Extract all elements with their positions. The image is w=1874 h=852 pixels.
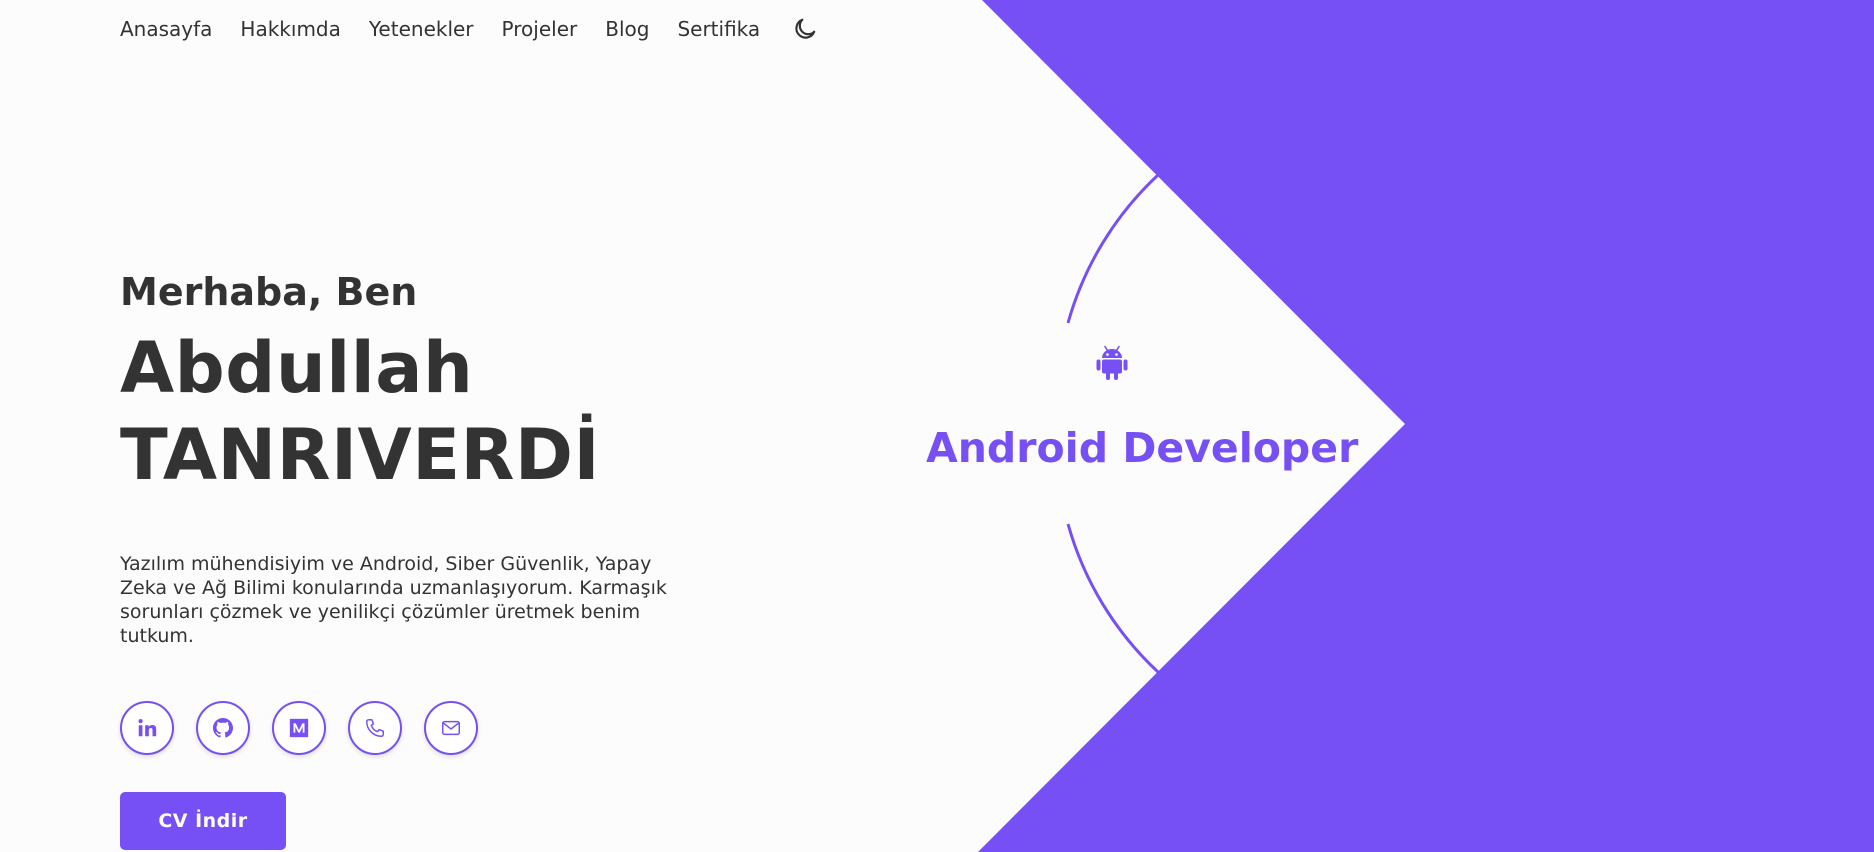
nav-link-anasayfa[interactable]: Anasayfa xyxy=(120,12,212,46)
mail-icon xyxy=(442,720,460,736)
name-first: Abdullah xyxy=(120,327,474,409)
nav-link-blog[interactable]: Blog xyxy=(605,12,649,46)
hero-description: Yazılım mühendisiyim ve Android, Siber G… xyxy=(120,553,667,647)
greeting-text: Merhaba, Ben xyxy=(120,270,418,314)
role-icon-wrapper xyxy=(1096,345,1128,385)
hero-name: Abdullah TANRIVERDİ xyxy=(120,325,600,499)
nav-link-sertifika[interactable]: Sertifika xyxy=(677,12,760,46)
mail-link[interactable] xyxy=(424,701,478,755)
phone-icon xyxy=(366,719,384,737)
theme-toggle-button[interactable] xyxy=(790,14,820,44)
nav-link-projeler[interactable]: Projeler xyxy=(502,12,578,46)
role-title: Android Developer xyxy=(926,424,1359,472)
download-cv-button[interactable]: CV İndir xyxy=(120,792,286,850)
name-last: TANRIVERDİ xyxy=(120,414,601,496)
nav-link-yetenekler[interactable]: Yetenekler xyxy=(369,12,474,46)
nav-link-hakkimda[interactable]: Hakkımda xyxy=(240,12,340,46)
moon-icon xyxy=(795,18,816,39)
linkedin-link[interactable] xyxy=(120,701,174,755)
github-icon xyxy=(213,718,233,738)
hero-intro: Merhaba, Ben Abdullah TANRIVERDİ xyxy=(120,265,600,499)
github-link[interactable] xyxy=(196,701,250,755)
medium-icon xyxy=(289,718,309,738)
social-links xyxy=(120,701,500,755)
linkedin-icon xyxy=(138,719,157,737)
main-nav: Anasayfa Hakkımda Yetenekler Projeler Bl… xyxy=(120,12,820,46)
medium-link[interactable] xyxy=(272,701,326,755)
phone-link[interactable] xyxy=(348,701,402,755)
android-icon xyxy=(1096,345,1128,380)
